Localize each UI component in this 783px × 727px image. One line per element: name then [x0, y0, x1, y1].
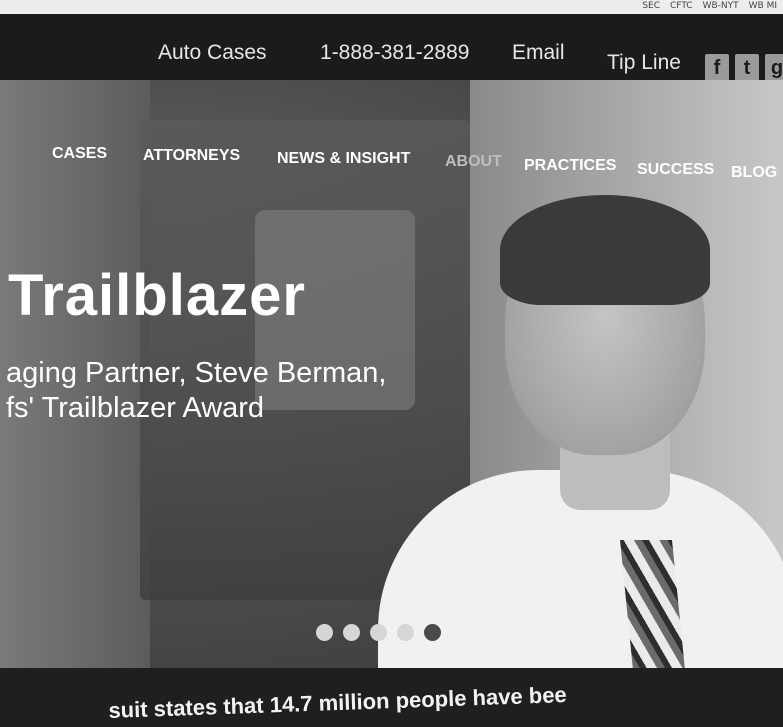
hero-headline: Trailblazer: [8, 263, 306, 328]
slider-dots: [316, 624, 441, 641]
social-icon[interactable]: g: [765, 54, 783, 82]
slide-dot-1[interactable]: [316, 624, 333, 641]
utility-bar: Auto Cases 1-888-381-2889 Email Tip Line…: [0, 14, 783, 82]
tip-line-link[interactable]: Tip Line: [607, 51, 681, 75]
slide-dot-2[interactable]: [343, 624, 360, 641]
slide-dot-4[interactable]: [397, 624, 414, 641]
facebook-icon[interactable]: f: [705, 54, 729, 82]
hero-subtitle-line-1: aging Partner, Steve Berman,: [6, 357, 387, 389]
nav-item-about[interactable]: ABOUT: [445, 153, 502, 171]
bookmark-sec[interactable]: SEC: [642, 1, 660, 11]
bookmark-wb-nyt[interactable]: WB-NYT: [703, 1, 739, 11]
nav-item-attorneys[interactable]: ATTORNEYS: [143, 147, 240, 165]
nav-item-success[interactable]: SUCCESS: [637, 161, 714, 179]
slide-dot-3[interactable]: [370, 624, 387, 641]
bookmark-cftc[interactable]: CFTC: [670, 1, 693, 11]
auto-cases-link[interactable]: Auto Cases: [158, 41, 267, 65]
email-link[interactable]: Email: [512, 41, 565, 65]
page: SEC CFTC WB-NYT WB MI Auto Cases 1-888-3…: [0, 0, 783, 727]
slide-dot-5[interactable]: [424, 624, 441, 641]
twitter-icon[interactable]: t: [735, 54, 759, 82]
bookmark-wb-mi[interactable]: WB MI: [749, 1, 777, 11]
nav-item-practices[interactable]: PRACTICES: [524, 157, 616, 175]
main-nav: CASES ATTORNEYS NEWS & INSIGHT ABOUT PRA…: [0, 145, 783, 185]
hero-subtitle-line-2: fs' Trailblazer Award: [6, 392, 265, 424]
person-hair: [500, 195, 710, 305]
social-links: f t g: [705, 54, 783, 82]
nav-item-blog[interactable]: BLOG: [731, 164, 777, 182]
nav-item-cases[interactable]: CASES: [52, 145, 107, 163]
nav-item-news-insight[interactable]: NEWS & INSIGHT: [277, 150, 410, 168]
phone-link[interactable]: 1-888-381-2889: [320, 41, 469, 65]
